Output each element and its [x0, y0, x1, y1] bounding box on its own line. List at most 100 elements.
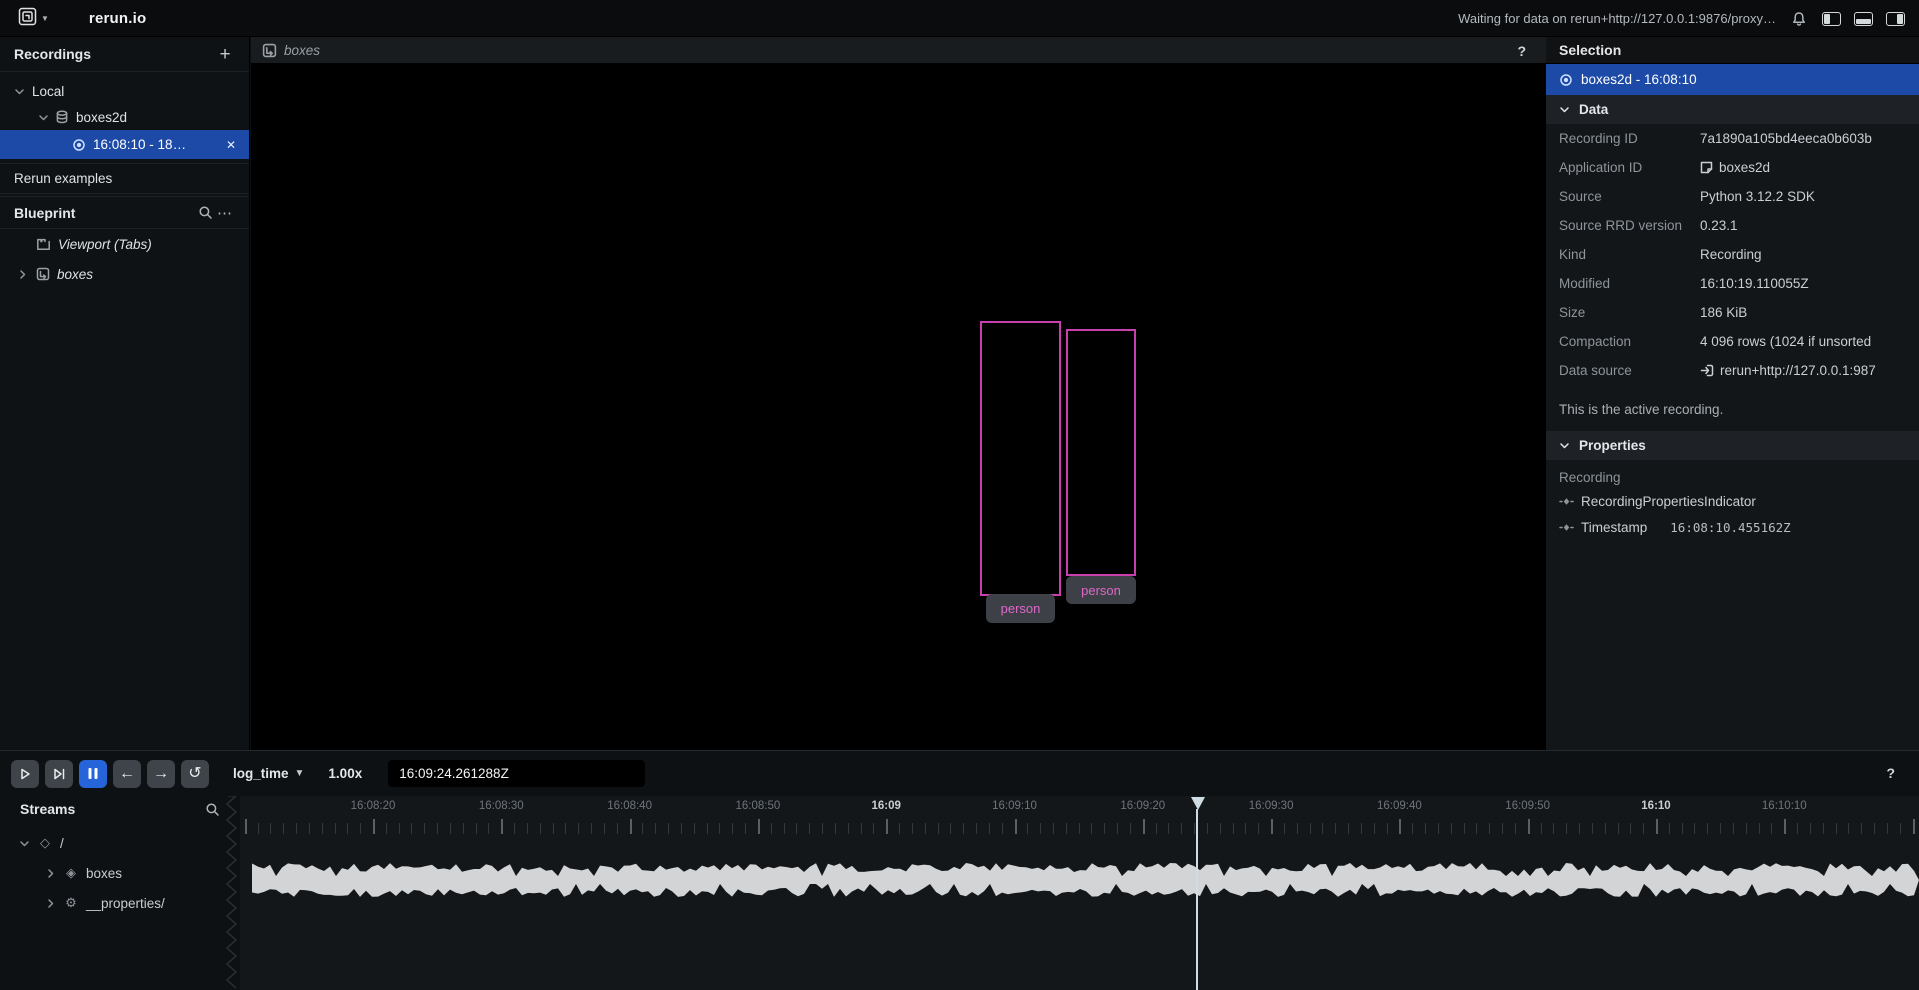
data-key: Size	[1559, 305, 1700, 320]
chevron-down-icon[interactable]	[14, 86, 25, 97]
play-button[interactable]	[11, 760, 39, 788]
tick-mark	[707, 823, 708, 834]
tick-mark	[1361, 823, 1362, 834]
toggle-bottom-panel-icon[interactable]	[1854, 12, 1873, 26]
bounding-box[interactable]	[980, 321, 1061, 596]
data-row[interactable]: Modified16:10:19.110055Z	[1546, 269, 1919, 298]
timeline-selector[interactable]: log_time	[233, 766, 289, 781]
recording-icon	[1559, 73, 1573, 87]
add-recording-button[interactable]: +	[215, 44, 235, 64]
data-key: Kind	[1559, 247, 1700, 262]
playhead-handle[interactable]	[1191, 797, 1205, 810]
follow-latest-button[interactable]	[45, 760, 73, 788]
tick-mark	[258, 823, 259, 834]
data-value: rerun+http://127.0.0.1:987	[1700, 363, 1876, 378]
tree-item-viewport[interactable]: Viewport (Tabs)	[0, 229, 249, 259]
search-icon[interactable]	[202, 799, 222, 819]
chevron-right-icon[interactable]	[17, 269, 28, 280]
data-row[interactable]: Compaction4 096 rows (1024 if unsorted	[1546, 327, 1919, 356]
step-back-button[interactable]: ←	[113, 760, 141, 788]
tree-item-boxes2d-app[interactable]: boxes2d	[0, 104, 249, 130]
data-row[interactable]: KindRecording	[1546, 240, 1919, 269]
tick-label: 16:09:30	[1249, 800, 1294, 812]
timeline-ruler[interactable]: 16:08:2016:08:3016:08:4016:08:5016:0916:…	[240, 796, 1919, 990]
step-forward-button[interactable]: →	[147, 760, 175, 788]
tick-mark	[694, 823, 695, 834]
chevron-right-icon[interactable]	[45, 868, 56, 879]
help-icon[interactable]: ?	[1517, 43, 1526, 59]
application-icon	[1700, 161, 1713, 174]
playhead-line[interactable]	[1196, 809, 1198, 990]
tick-mark	[1797, 823, 1798, 834]
toggle-right-panel-icon[interactable]	[1886, 12, 1905, 26]
component-row-indicator[interactable]: RecordingPropertiesIndicator	[1546, 489, 1919, 514]
data-row[interactable]: Size186 KiB	[1546, 298, 1919, 327]
tick-mark	[1335, 823, 1336, 834]
playback-speed[interactable]: 1.00x	[328, 766, 362, 781]
tick-label: 16:10:10	[1762, 800, 1807, 812]
tick-mark	[296, 823, 297, 834]
tick-mark	[886, 819, 888, 834]
tick-mark	[1900, 823, 1901, 834]
data-row[interactable]: SourcePython 3.12.2 SDK	[1546, 182, 1919, 211]
tree-item-local[interactable]: Local	[0, 78, 249, 104]
tick-mark	[1322, 823, 1323, 834]
tick-mark	[732, 823, 733, 834]
data-row[interactable]: Data sourcererun+http://127.0.0.1:987	[1546, 356, 1919, 385]
data-row[interactable]: Recording ID7a1890a105bd4eeca0b603b	[1546, 124, 1919, 153]
selected-recording-row[interactable]: boxes2d - 16:08:10	[1546, 64, 1919, 95]
tick-mark	[399, 823, 400, 834]
streams-header: Streams	[0, 796, 228, 822]
tick-label: 16:08:30	[479, 800, 524, 812]
tick-mark	[245, 819, 247, 834]
tick-label: 16:09:50	[1505, 800, 1550, 812]
help-icon-timeline[interactable]: ?	[1886, 765, 1895, 781]
view-canvas-boxes[interactable]: person person	[251, 64, 1546, 750]
loop-button[interactable]: ↺	[181, 760, 209, 788]
toggle-left-panel-icon[interactable]	[1822, 12, 1841, 26]
tick-mark	[1874, 823, 1875, 834]
tick-mark	[1271, 819, 1273, 834]
tick-mark	[925, 823, 926, 834]
tree-item-boxes-view[interactable]: boxes	[0, 259, 249, 289]
bounding-box[interactable]	[1066, 329, 1136, 576]
close-recording-button[interactable]: ✕	[221, 135, 241, 155]
tick-mark	[668, 823, 669, 834]
stream-item-boxes[interactable]: ◈ boxes	[0, 858, 228, 888]
tick-mark	[1630, 823, 1631, 834]
properties-section-header[interactable]: Properties	[1546, 431, 1919, 460]
box-class-label: person	[1066, 576, 1136, 604]
view-tab-boxes[interactable]: boxes	[284, 43, 320, 58]
tick-mark	[1066, 823, 1067, 834]
data-row[interactable]: Application IDboxes2d	[1546, 153, 1919, 182]
chevron-right-icon[interactable]	[45, 898, 56, 909]
search-icon[interactable]	[195, 203, 215, 223]
box-class-label: person	[986, 594, 1055, 623]
data-section-header[interactable]: Data	[1546, 95, 1919, 124]
tick-mark	[1502, 823, 1503, 834]
tick-mark	[1425, 823, 1426, 834]
tick-mark	[1348, 823, 1349, 834]
tick-mark	[1002, 823, 1003, 834]
rerun-menu-button[interactable]: ▼	[18, 7, 49, 29]
data-row[interactable]: Source RRD version0.23.1	[1546, 211, 1919, 240]
current-time-input[interactable]	[388, 760, 645, 787]
panel-torn-edge	[224, 796, 240, 990]
stream-item-properties[interactable]: ⚙ __properties/	[0, 888, 228, 918]
tick-mark	[501, 819, 503, 834]
caret-down-icon[interactable]: ▼	[295, 768, 305, 779]
tick-mark	[373, 819, 375, 834]
chevron-down-icon[interactable]	[38, 112, 49, 123]
tick-mark	[309, 823, 310, 834]
more-options-icon[interactable]: ⋯	[215, 203, 235, 223]
chevron-down-icon[interactable]	[19, 838, 30, 849]
data-key: Data source	[1559, 363, 1700, 378]
component-row-timestamp[interactable]: Timestamp 16:08:10.455162Z	[1546, 514, 1919, 541]
pause-button[interactable]	[79, 760, 107, 788]
rerun-examples-section[interactable]: Rerun examples	[0, 163, 249, 194]
data-value: 186 KiB	[1700, 305, 1747, 320]
tick-label: 16:10	[1641, 800, 1670, 812]
notifications-bell-icon[interactable]	[1789, 9, 1809, 29]
tree-item-recording-selected[interactable]: 16:08:10 - 18… ✕	[0, 130, 249, 159]
stream-item-root[interactable]: ◇ /	[0, 828, 228, 858]
